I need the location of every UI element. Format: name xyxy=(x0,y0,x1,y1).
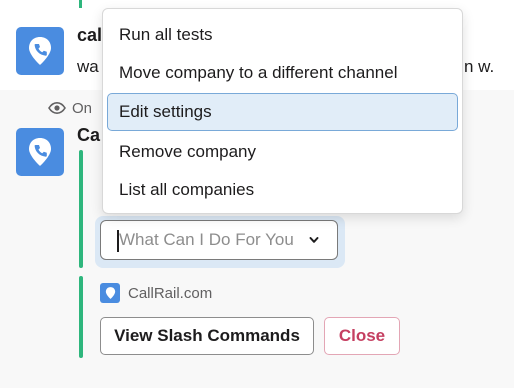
eye-icon xyxy=(48,102,66,114)
attachment-footer: CallRail.com xyxy=(100,282,212,304)
callrail-pin-icon xyxy=(29,138,51,166)
ephemeral-notice: On xyxy=(48,98,92,118)
attachment-bar xyxy=(79,150,83,268)
menu-item-run-all-tests[interactable]: Run all tests xyxy=(107,16,458,54)
app-avatar[interactable] xyxy=(16,27,64,75)
previous-attachment-bar xyxy=(79,0,82,8)
menu-item-list-all-companies[interactable]: List all companies xyxy=(107,171,458,209)
brand-name: CallRail.com xyxy=(128,284,213,302)
action-select[interactable]: What Can I Do For You xyxy=(100,220,338,260)
callrail-logo-icon xyxy=(100,283,120,303)
message-sender-name[interactable]: cal xyxy=(77,24,102,46)
menu-item-remove-company[interactable]: Remove company xyxy=(107,133,458,171)
message-text-tail: n w. xyxy=(464,57,495,76)
select-focus-ring: What Can I Do For You xyxy=(95,216,345,268)
attachment-bar-secondary xyxy=(79,276,83,358)
menu-item-move-company[interactable]: Move company to a different channel xyxy=(107,54,458,92)
view-slash-commands-button[interactable]: View Slash Commands xyxy=(100,317,314,355)
menu-item-edit-settings[interactable]: Edit settings xyxy=(107,93,458,131)
select-options-menu: Run all tests Move company to a differen… xyxy=(102,8,463,214)
message-text: wa xyxy=(77,57,99,76)
ephemeral-sender-name[interactable]: Ca xyxy=(77,124,100,146)
app-avatar-ephemeral[interactable] xyxy=(16,128,64,176)
chevron-down-icon xyxy=(309,237,319,243)
callrail-pin-icon xyxy=(29,37,51,65)
ephemeral-label: On xyxy=(72,99,93,117)
close-button[interactable]: Close xyxy=(324,317,400,355)
select-placeholder: What Can I Do For You xyxy=(119,230,294,249)
